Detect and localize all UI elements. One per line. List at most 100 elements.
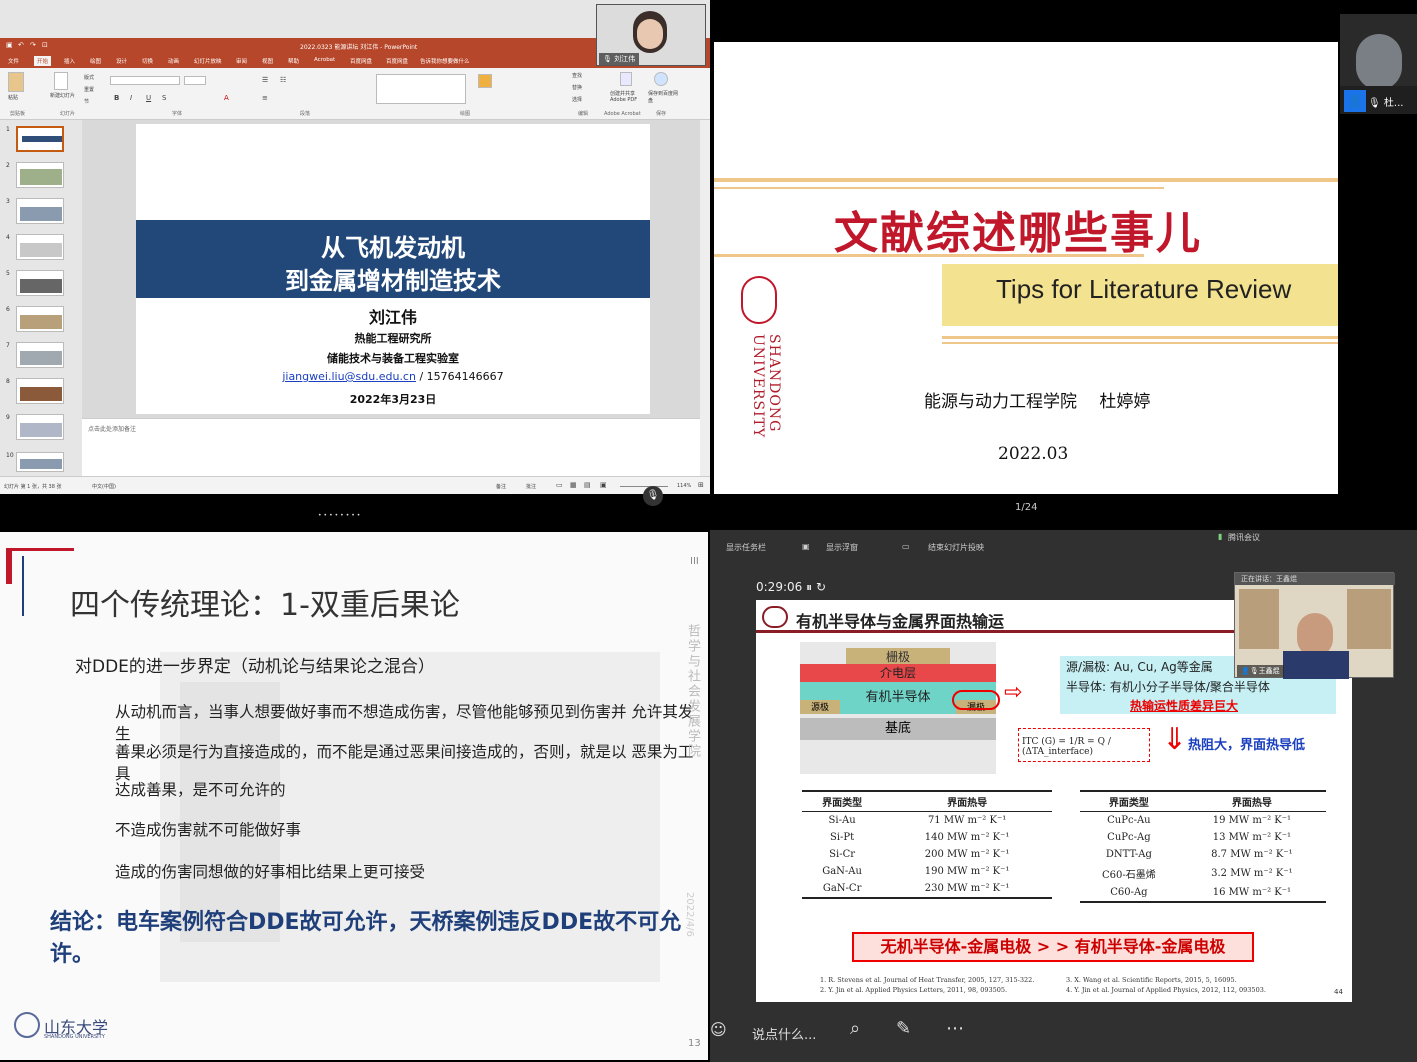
new-slide-icon[interactable] (54, 72, 68, 90)
baidu-cloud-icon[interactable] (654, 72, 668, 86)
align-icon[interactable]: ≡ (262, 94, 268, 102)
tab-draw[interactable]: 绘图 (90, 57, 101, 65)
shapes-gallery[interactable] (376, 74, 466, 104)
slide-title-line2[interactable]: 到金属增材制造技术 (136, 261, 650, 296)
reading-view-icon[interactable]: ▤ (584, 481, 591, 489)
tell-me-search[interactable]: 告诉我你想要做什么 (420, 57, 470, 65)
meeting-share-view: 显示任务栏 ▣ 显示浮窗 ▭ 结束幻灯片投映 ▮ 腾讯会议 0:29:06 ⏸ … (710, 530, 1417, 1062)
fit-icon[interactable]: ⊞ (698, 481, 704, 489)
slide-page-number: 13 (688, 1038, 701, 1049)
paste-icon[interactable] (8, 72, 24, 92)
pdf-icon[interactable] (620, 72, 632, 86)
tab-transitions[interactable]: 切换 (142, 57, 153, 65)
comments-toggle[interactable]: 批注 (526, 483, 536, 490)
participant-video-du[interactable]: 👤 🎙 杜... (1340, 14, 1417, 114)
slide-thumbnail-7[interactable] (16, 342, 64, 368)
slide-thumbnail-2[interactable] (16, 162, 64, 188)
show-taskbar-button[interactable]: 显示任务栏 (726, 542, 766, 553)
page-dots[interactable]: •••••••• (318, 512, 362, 519)
notes-toggle[interactable]: 备注 (496, 483, 506, 490)
magnifier-icon[interactable]: ⌕ (850, 1018, 860, 1039)
arrange-icon[interactable] (478, 74, 492, 88)
participant-video-liu[interactable]: 🎙 刘江伟 (596, 4, 706, 66)
tab-design[interactable]: 设计 (116, 57, 127, 65)
slide-thumbnail-6[interactable] (16, 306, 64, 332)
notes-pane[interactable]: 点击此处添加备注 (82, 418, 700, 476)
tab-acrobat[interactable]: Acrobat (314, 57, 335, 63)
emoji-icon[interactable]: ☺ (710, 1020, 727, 1039)
slide-thumbnail-9[interactable] (16, 414, 64, 440)
tab-slideshow[interactable]: 幻灯片放映 (194, 57, 222, 65)
underline-icon[interactable]: U (146, 94, 151, 102)
tab-animations[interactable]: 动画 (168, 57, 179, 65)
section-button[interactable]: 节 (84, 98, 89, 105)
sorter-view-icon[interactable]: ▦ (570, 481, 577, 489)
tab-insert[interactable]: 插入 (64, 57, 75, 65)
slide-affiliation-2[interactable]: 储能技术与装备工程实验室 (136, 350, 650, 366)
bold-icon[interactable]: B (114, 94, 119, 102)
slide-thumbnail-4[interactable] (16, 234, 64, 260)
italic-icon[interactable]: I (130, 94, 132, 102)
tab-home[interactable]: 开始 (34, 56, 52, 66)
more-icon[interactable]: ⋯ (946, 1018, 964, 1039)
slideshow-icon[interactable]: ▭ (902, 542, 910, 551)
info-line-3: 热输运性质差异巨大 (1130, 699, 1239, 713)
slide-thumbnail-3[interactable] (16, 198, 64, 224)
slide-thumbnail-1[interactable] (16, 126, 64, 152)
present-icon[interactable]: ⊡ (42, 41, 48, 49)
zoom-level[interactable]: 114% (677, 483, 691, 489)
annotate-icon[interactable]: ✎ (896, 1018, 911, 1039)
font-family-select[interactable] (110, 76, 180, 85)
show-float-button[interactable]: 显示浮窗 (826, 542, 858, 553)
bookshelf (1347, 589, 1391, 649)
slideshow-view-icon[interactable]: ▣ (600, 481, 607, 489)
slide-date[interactable]: 2022年3月23日 (136, 391, 650, 407)
tab-help[interactable]: 帮助 (288, 57, 299, 65)
select-button[interactable]: 选择 (572, 96, 582, 103)
layout-button[interactable]: 版式 (84, 74, 94, 81)
end-slideshow-button[interactable]: 结束幻灯片投映 (928, 542, 984, 553)
slide-author[interactable]: 刘江伟 (136, 304, 650, 328)
mic-icon[interactable]: 🎙 (643, 486, 663, 506)
slide-email-link[interactable]: jiangwei.liu@sdu.edu.cn (282, 370, 416, 383)
slide-thumbnail-8[interactable] (16, 378, 64, 404)
slide-thumbnail-10[interactable] (16, 452, 64, 472)
refresh-icon[interactable]: ↻ (816, 580, 826, 594)
create-pdf-button[interactable]: 创建并共享 Adobe PDF (610, 90, 644, 103)
participant-video-wang[interactable]: 正在讲话：王鑫焜 👤🎙王鑫焜 (1234, 572, 1395, 679)
bullets-icon[interactable]: ☰ (262, 76, 268, 84)
tab-review[interactable]: 审阅 (236, 57, 247, 65)
tab-baidu[interactable]: 百度网盘 (350, 57, 372, 65)
float-window-icon[interactable]: ▣ (802, 542, 810, 551)
normal-view-icon[interactable]: ▭ (556, 481, 563, 489)
vertical-scrollbar[interactable] (700, 120, 710, 476)
undo-icon[interactable]: ↶ (18, 41, 24, 49)
slide-title-line1[interactable]: 从飞机发动机 (136, 228, 650, 263)
save-icon[interactable]: ▣ (6, 41, 13, 49)
font-size-select[interactable] (184, 76, 206, 85)
slide-editing-area[interactable]: 从飞机发动机 到金属增材制造技术 刘江伟 热能工程研究所 储能技术与装备工程实验… (82, 120, 700, 418)
slide-thumbnail-pane[interactable]: 1 2 3 4 5 6 7 8 9 10 (0, 120, 82, 476)
tab-baidu2[interactable]: 百度网盘 (386, 57, 408, 65)
zoom-slider[interactable] (620, 486, 668, 487)
reset-button[interactable]: 重置 (84, 86, 94, 93)
meeting-app-name: 腾讯会议 (1228, 533, 1260, 542)
pause-icon[interactable]: ⏸ (806, 580, 812, 594)
current-slide[interactable]: 从飞机发动机 到金属增材制造技术 刘江伟 热能工程研究所 储能技术与装备工程实验… (136, 124, 650, 414)
paste-button[interactable]: 粘贴 (8, 94, 18, 101)
find-button[interactable]: 查找 (572, 72, 582, 79)
save-baidu-button[interactable]: 保存到百度网盘 (648, 90, 678, 104)
corner-decor (22, 556, 24, 616)
tab-view[interactable]: 视图 (262, 57, 273, 65)
numbering-icon[interactable]: ☷ (280, 76, 286, 84)
slide-thumbnail-5[interactable] (16, 270, 64, 296)
redo-icon[interactable]: ↷ (30, 41, 36, 49)
tab-file[interactable]: 文件 (8, 57, 19, 65)
replace-button[interactable]: 替换 (572, 84, 582, 91)
chat-input[interactable]: 说点什么... (752, 1024, 816, 1043)
strike-icon[interactable]: S (162, 94, 166, 102)
slide-affiliation-1[interactable]: 热能工程研究所 (136, 330, 650, 346)
notes-placeholder: 点击此处添加备注 (88, 426, 137, 433)
new-slide-button[interactable]: 新建幻灯片 (50, 92, 76, 99)
font-color-icon[interactable]: A (224, 94, 229, 102)
